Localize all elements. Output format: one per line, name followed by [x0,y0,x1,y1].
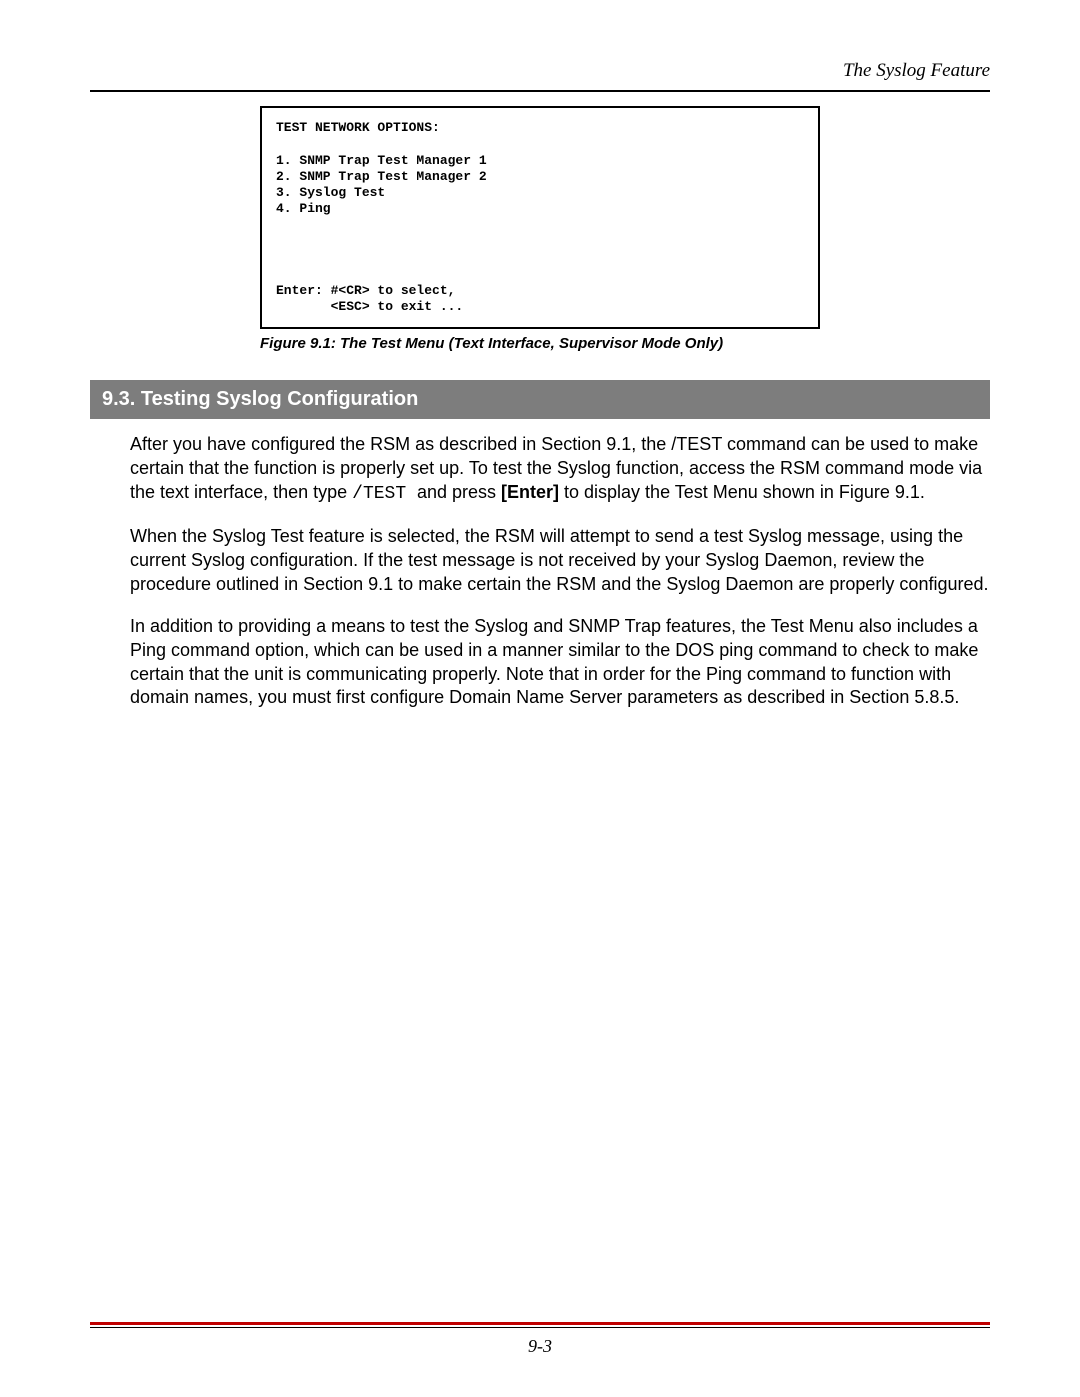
p1-mono: /TEST [352,484,417,504]
figure-terminal-box: TEST NETWORK OPTIONS: 1. SNMP Trap Test … [260,106,820,329]
page: The Syslog Feature TEST NETWORK OPTIONS:… [0,0,1080,1397]
body-text: After you have configured the RSM as des… [130,433,990,710]
p1-part-c: to display the Test Menu shown in Figure… [559,482,925,502]
footer-rule-red [90,1322,990,1325]
running-head: The Syslog Feature [90,60,990,82]
figure-caption: Figure 9.1: The Test Menu (Text Interfac… [260,335,820,352]
footer-rule-thin [90,1327,990,1328]
paragraph-3: In addition to providing a means to test… [130,615,990,711]
section-heading: 9.3. Testing Syslog Configuration [90,380,990,419]
p1-part-b: and press [417,482,501,502]
paragraph-2: When the Syslog Test feature is selected… [130,525,990,597]
footer: 9-3 [90,1322,990,1357]
paragraph-1: After you have configured the RSM as des… [130,433,990,507]
page-number: 9-3 [90,1336,990,1357]
p1-bold: [Enter] [501,482,559,502]
header-rule [90,90,990,92]
